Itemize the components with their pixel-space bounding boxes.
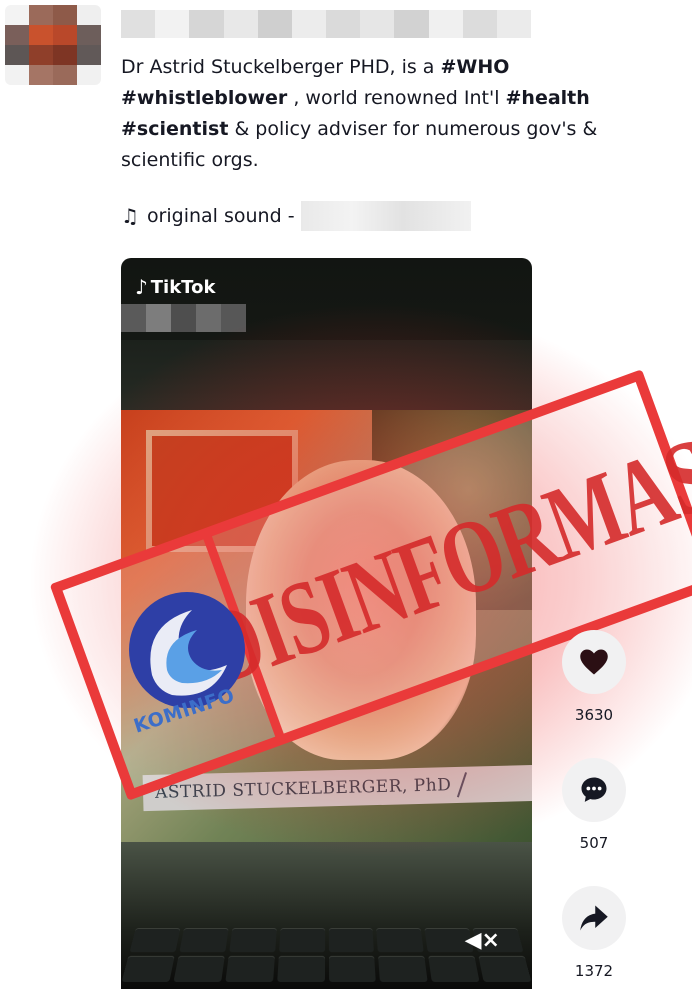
post-caption: Dr Astrid Stuckelberger PHD, is a #WHO #… — [121, 52, 681, 176]
like-action[interactable]: 3630 — [556, 630, 632, 724]
caption-text: , world renowned Int'l — [287, 87, 506, 109]
sound-label: original sound - — [146, 205, 295, 227]
username-blurred[interactable] — [121, 10, 531, 38]
sound-author-blurred — [300, 201, 471, 231]
comment-icon — [581, 777, 607, 802]
tiktok-brand: TikTok — [150, 276, 216, 298]
laptop-area — [121, 842, 532, 989]
comment-count: 507 — [579, 834, 609, 852]
hashtag-link[interactable]: #scientist — [121, 118, 228, 140]
share-button[interactable] — [562, 886, 626, 950]
hashtag-link[interactable]: #health — [506, 87, 590, 109]
caption-text: Dr Astrid Stuckelberger PHD, is a — [121, 56, 441, 78]
monitor-frame — [121, 340, 532, 412]
nameplate-subtitle — [473, 783, 532, 785]
nameplate-divider — [457, 772, 468, 798]
video-username-blurred — [121, 304, 246, 332]
share-action[interactable]: 1372 — [556, 886, 632, 980]
share-icon — [580, 905, 608, 931]
hashtag-link[interactable]: #whistleblower — [121, 87, 287, 109]
music-note-icon: ♫ — [121, 204, 139, 228]
avatar[interactable] — [5, 5, 101, 85]
comment-button[interactable] — [562, 758, 626, 822]
heart-icon — [580, 649, 608, 675]
mute-icon[interactable]: ◀× — [465, 928, 500, 953]
original-sound-link[interactable]: ♫ original sound - — [121, 200, 471, 232]
nameplate-name: ASTRID STUCKELBERGER, PhD — [154, 775, 452, 803]
tiktok-icon: ♪ — [135, 275, 148, 299]
share-count: 1372 — [574, 962, 614, 980]
like-count: 3630 — [574, 706, 614, 724]
like-button[interactable] — [562, 630, 626, 694]
comment-action[interactable]: 507 — [556, 758, 632, 852]
tiktok-logo: ♪ TikTok — [135, 275, 215, 299]
hashtag-link[interactable]: #WHO — [441, 56, 510, 78]
